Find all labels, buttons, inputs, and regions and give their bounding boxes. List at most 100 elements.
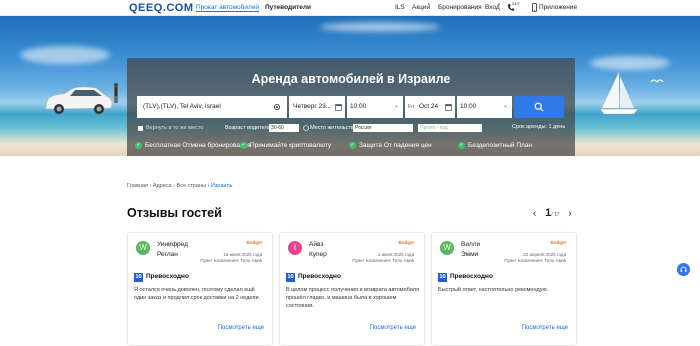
score-badge: 10 [438,273,447,282]
avatar: I [288,241,302,255]
return-time-value: 10:00 [460,103,477,110]
review-text: Быстрый ответ, настоятельно рекомендую. [438,287,549,293]
pickup-date-value: Четверг 23... [293,103,332,110]
rental-duration: Срок аренды: 1 день [512,124,566,130]
feature-no-deposit: ✓ Бездепозитный План [458,142,532,149]
sailboat-illustration [599,72,639,115]
driver-age-select[interactable]: 30-60 [269,124,299,132]
budget-logo: Budget [550,240,567,245]
feature-label: Принимайте криптовалюту [250,142,332,150]
pickup-time-value: 10:00 [350,103,367,110]
reviewer-last-name: Купер [309,251,327,258]
feature-price-drop: ✓ Защита От падения цен [349,142,432,149]
reviews-pager: ‹ 1/ 17 › [533,207,572,219]
pickup-location-value: (TLV),(TLV), Tel Aviv, Israel [143,103,221,110]
bird-icon [650,79,664,83]
driver-age-value: 30-60 [271,125,284,131]
locate-icon[interactable] [273,103,281,111]
deals-dot-icon: • [428,2,430,8]
review-date: 1 июня 2025 года [377,252,414,257]
pickup-date-input[interactable]: Четверг 23... [289,96,345,118]
feature-free-cancellation: ✓ Бесплатная Отмена бронирования [135,142,251,149]
check-icon: ✓ [349,142,356,149]
reviewer-first-name: Айвз [309,241,324,248]
avatar: W [440,241,454,255]
review-date: 22 апреля 2025 года [523,252,566,257]
nav-guides[interactable]: Путеводители [265,4,311,11]
budget-logo: Budget [246,240,263,245]
feature-label: Защита От падения цен [359,142,432,150]
chevron-right-icon[interactable]: › [568,208,571,219]
nav-app[interactable]: Приложение [539,4,577,11]
feature-crypto: ✓ Принимайте криптовалюту [240,142,331,149]
review-destination: Пункт назначения: Тель-Авив [352,258,414,263]
review-date: 18 июня 2025 года [223,252,262,257]
review-destination: Пункт назначения: Тель-Авив [200,258,262,263]
see-more-link[interactable]: Посмотреть еще [218,325,264,331]
nav-bookings[interactable]: Бронирования [438,4,482,11]
search-button[interactable] [514,96,564,118]
breadcrumb-addresses[interactable]: Адреса [153,183,172,189]
reviewer-last-name: Эмми [461,251,479,258]
score-badge: 10 [286,273,295,282]
reviewer-last-name: Реглан [157,251,178,258]
search-icon [534,102,544,112]
reviewer-first-name: Вилли [461,241,481,248]
chevron-left-icon[interactable]: ‹ [533,208,536,219]
support-chat-button[interactable] [677,263,690,276]
rating-label: Превосходно [450,273,493,280]
return-same-place-label: Вернуть в то же место [146,125,204,131]
search-panel: Аренда автомобилей в Израиле (TLV),(TLV)… [127,58,575,156]
return-date-input[interactable]: Fri Oct 24 [405,96,455,118]
mobile-app-icon[interactable] [532,3,537,12]
rating-label: Превосходно [146,273,189,280]
page-total: / 17 [551,212,560,218]
hero-title: Аренда автомобилей в Израиле [251,72,451,86]
calendar-icon [445,104,452,111]
promo-code-placeholder: Промо - код [420,125,448,131]
reviews-title: Отзывы гостей [127,206,222,220]
review-text: Я остался очень доволен, поэтому сделал … [134,287,261,301]
return-same-place-checkbox[interactable] [138,126,143,131]
hero-banner: Аренда автомобилей в Израиле (TLV),(TLV)… [0,16,700,156]
calendar-icon [335,104,342,111]
return-time-select[interactable]: 10:00 ⌄ [457,96,512,118]
promo-code-input[interactable]: Промо - код [418,124,482,132]
surfer-figure [114,83,118,103]
score-badge: 10 [134,273,143,282]
top-header: QEEQ.COM Прокат автомобилей Путеводители… [0,0,700,16]
currency-selector[interactable]: ILS [395,4,405,11]
return-date-day: Fri [408,104,414,110]
info-icon[interactable] [303,125,309,131]
headset-icon [680,266,687,272]
chevron-down-icon: ⌄ [502,103,508,109]
rating-label: Превосходно [298,273,341,280]
support-24-7[interactable]: 24/7 [512,1,520,6]
driver-age-label: Возраст водителя: [225,125,273,131]
return-date-value: Oct 24 [419,103,439,110]
site-logo[interactable]: QEEQ.COM [129,2,194,14]
pickup-time-select[interactable]: 10:00 ⌄ [347,96,403,118]
breadcrumb-all-countries[interactable]: Все страны [177,183,206,189]
breadcrumb-current: Израиль [210,183,233,189]
chevron-down-icon: ⌄ [393,103,399,109]
review-card: W Уинифред Реглан Budget 18 июня 2025 го… [127,232,273,346]
residence-label: Место жительства: [310,125,359,131]
see-more-link[interactable]: Посмотреть еще [522,325,568,331]
cloud [320,22,440,32]
residence-value: Россия [355,125,372,131]
nav-car-rental[interactable]: Прокат автомобилей [196,4,260,12]
review-card: W Вилли Эмми Budget 22 апреля 2025 года … [431,232,577,346]
residence-select[interactable]: Россия [353,124,413,132]
review-text: В целом процесс получения и возврата авт… [286,287,420,309]
breadcrumb-home[interactable]: Главная [127,183,148,189]
feature-label: Бесплатная Отмена бронирования [145,142,251,150]
check-icon: ✓ [240,142,247,149]
feature-label: Бездепозитный План [468,142,533,150]
check-icon: ✓ [458,142,465,149]
review-destination: Пункт назначения: Тель-Авив [504,258,566,263]
see-more-link[interactable]: Посмотреть еще [370,325,416,331]
pickup-location-input[interactable]: (TLV),(TLV), Tel Aviv, Israel [137,96,287,118]
cloud [20,46,110,64]
budget-logo: Budget [398,240,415,245]
